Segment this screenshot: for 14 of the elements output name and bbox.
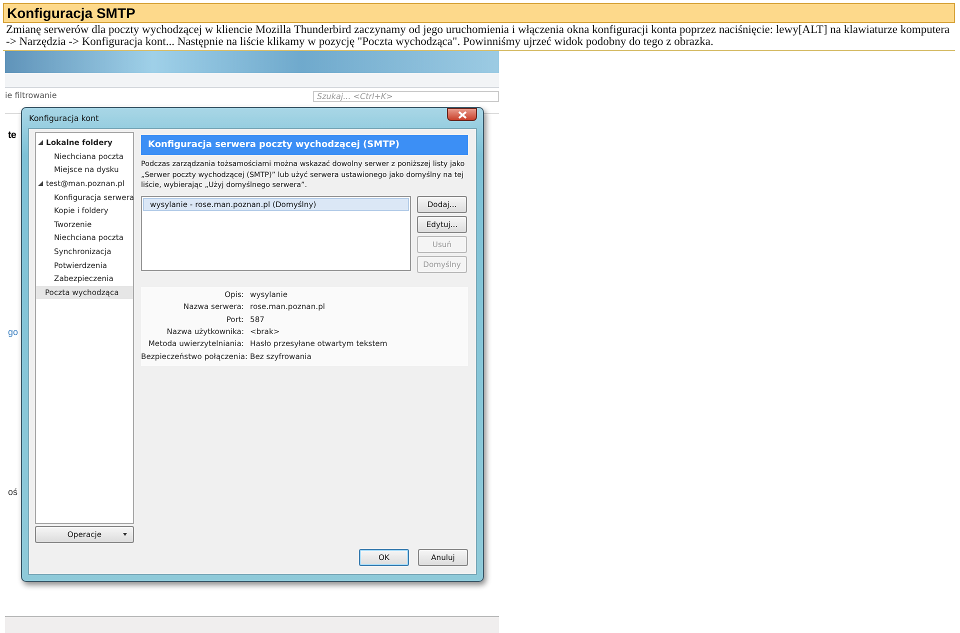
expanded-triangle-icon[interactable]: [38, 140, 43, 146]
heading-text: te: [8, 130, 16, 141]
page-heading: Konfiguracja SMTP: [3, 3, 955, 23]
filter-label: ie filtrowanie: [5, 91, 57, 100]
expanded-triangle-icon[interactable]: [38, 181, 43, 186]
body-text: oś: [8, 487, 18, 497]
panel-header: Konfiguracja serwera poczty wychodzącej (SMTP): [141, 135, 468, 155]
close-button[interactable]: [447, 108, 477, 121]
search-field[interactable]: Szukaj... <Ctrl+K>: [313, 91, 499, 102]
intro-paragraph: Zmianę serwerów dla poczty wychodzącej w kliencie Mozilla Thunderbird zaczynamy od jego uruchomienia i włączenia okna konfiguracji konta poprzez naciśnięcie: lewy[ALT] na klawiaturze komputera -> Narzędzia -> Konfiguracja kont... Następnie na liście klikamy w pozycję "Poczta wychodząca". Powinniśmy ujrzeć widok podobny do tego z obrazka.: [6, 24, 951, 48]
caret-icon: [123, 533, 127, 536]
window-title: Konfiguracja kont: [28, 114, 99, 122]
link[interactable]: go: [8, 327, 18, 337]
close-icon: [458, 110, 466, 118]
